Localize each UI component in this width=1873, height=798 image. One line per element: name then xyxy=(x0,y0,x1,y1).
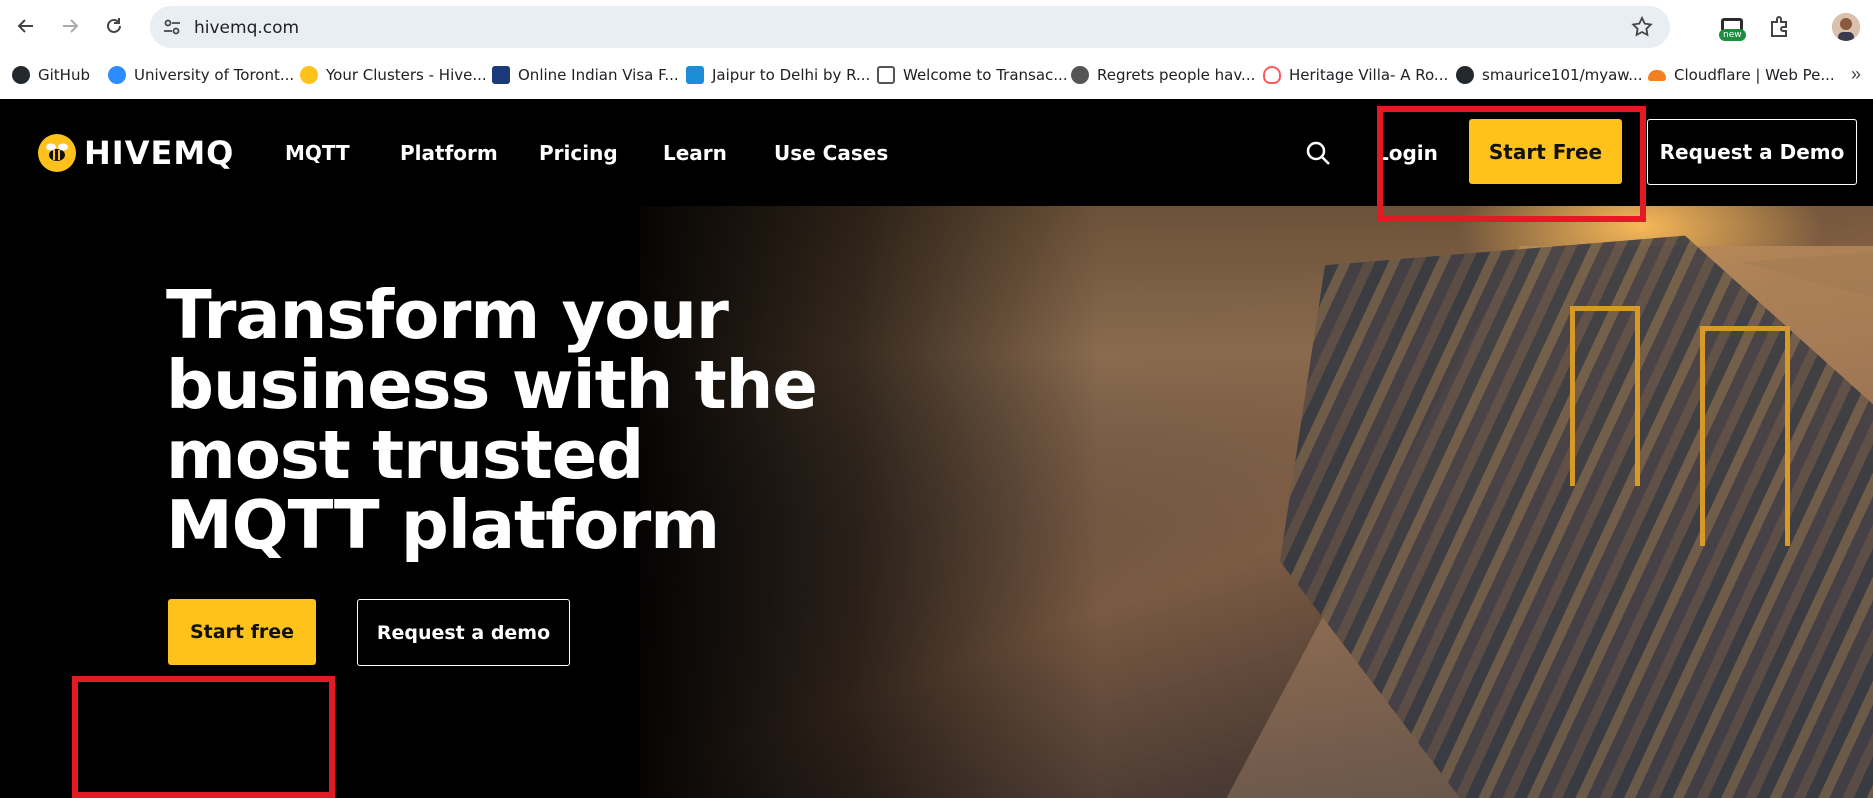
nic-icon xyxy=(492,66,510,84)
hivemq-icon xyxy=(300,66,318,84)
bookmark-label: Welcome to Transac... xyxy=(903,66,1068,84)
building-icon xyxy=(877,66,895,84)
s-icon xyxy=(686,66,704,84)
bookmark-label: smaurice101/myaw... xyxy=(1482,66,1643,84)
bookmark-item[interactable]: Welcome to Transac... xyxy=(877,62,1068,88)
bee-logo-icon xyxy=(38,134,76,172)
bookmarks-bar: GitHub University of Toront... Your Clus… xyxy=(0,58,1873,92)
nav-pricing[interactable]: Pricing xyxy=(539,141,618,165)
bookmark-label: Regrets people hav... xyxy=(1097,66,1256,84)
globe-icon xyxy=(1071,66,1089,84)
bookmark-item[interactable]: Regrets people hav... xyxy=(1071,62,1255,88)
avatar-icon xyxy=(1832,13,1860,41)
hero-request-demo-button[interactable]: Request a demo xyxy=(357,599,570,666)
arrow-left-icon xyxy=(17,19,33,33)
bookmark-label: Cloudflare | Web Pe... xyxy=(1674,66,1835,84)
profile-avatar[interactable] xyxy=(1832,13,1860,41)
search-icon[interactable] xyxy=(1304,139,1332,167)
airbnb-icon xyxy=(1263,66,1281,84)
login-link[interactable]: Login xyxy=(1376,141,1438,165)
browser-toolbar: hivemq.com new xyxy=(0,0,1873,54)
bookmark-label: GitHub xyxy=(38,66,90,84)
extensions-puzzle-icon[interactable] xyxy=(1766,13,1794,41)
cloudflare-icon xyxy=(1648,69,1666,81)
nav-mqtt[interactable]: MQTT xyxy=(285,141,350,165)
hivemq-logo[interactable]: HIVEMQ xyxy=(38,134,234,172)
bookmark-item[interactable]: University of Toront... xyxy=(108,62,294,88)
site-info-icon[interactable] xyxy=(162,17,182,37)
back-button[interactable] xyxy=(12,12,40,40)
address-bar[interactable]: hivemq.com xyxy=(150,6,1670,48)
nav-use-cases[interactable]: Use Cases xyxy=(774,141,888,165)
bookmark-item[interactable]: smaurice101/myaw... xyxy=(1456,62,1643,88)
github-icon xyxy=(1456,66,1474,84)
forward-button[interactable] xyxy=(56,12,84,40)
hivemq-page: HIVEMQ MQTT Platform Pricing Learn Use C… xyxy=(0,99,1873,798)
bookmark-label: Heritage Villa- A Ro... xyxy=(1289,66,1449,84)
bookmark-label: Online Indian Visa F... xyxy=(518,66,679,84)
hero-headline: Transform your business with the most tr… xyxy=(166,276,818,564)
bookmark-label: Your Clusters - Hive... xyxy=(326,66,487,84)
start-free-button[interactable]: Start Free xyxy=(1469,119,1622,184)
logo-text: HIVEMQ xyxy=(84,134,235,172)
reload-icon xyxy=(107,18,121,33)
bookmarks-overflow-icon[interactable]: » xyxy=(1851,64,1861,85)
site-header: HIVEMQ MQTT Platform Pricing Learn Use C… xyxy=(0,99,1873,206)
nav-learn[interactable]: Learn xyxy=(663,141,727,165)
zoom-icon xyxy=(108,66,126,84)
request-demo-button[interactable]: Request a Demo xyxy=(1647,119,1857,185)
browser-chrome: hivemq.com new GitHub University of Toro… xyxy=(0,0,1873,99)
bookmark-item[interactable]: Jaipur to Delhi by R... xyxy=(686,62,870,88)
hero-start-free-button[interactable]: Start free xyxy=(168,599,316,665)
bookmark-item[interactable]: Your Clusters - Hive... xyxy=(300,62,487,88)
reload-button[interactable] xyxy=(100,12,128,40)
nav-platform[interactable]: Platform xyxy=(400,141,498,165)
url-text[interactable]: hivemq.com xyxy=(194,18,299,38)
bookmark-item[interactable]: Online Indian Visa F... xyxy=(492,62,679,88)
bookmark-label: Jaipur to Delhi by R... xyxy=(712,66,871,84)
bookmark-label: University of Toront... xyxy=(134,66,295,84)
bookmark-star-icon[interactable] xyxy=(1630,15,1654,39)
bookmark-item[interactable]: GitHub xyxy=(12,62,90,88)
github-icon xyxy=(12,66,30,84)
bookmark-item[interactable]: Cloudflare | Web Pe... xyxy=(1648,62,1835,88)
arrow-right-icon xyxy=(63,19,79,33)
bookmark-item[interactable]: Heritage Villa- A Ro... xyxy=(1263,62,1448,88)
new-badge: new xyxy=(1719,29,1746,41)
